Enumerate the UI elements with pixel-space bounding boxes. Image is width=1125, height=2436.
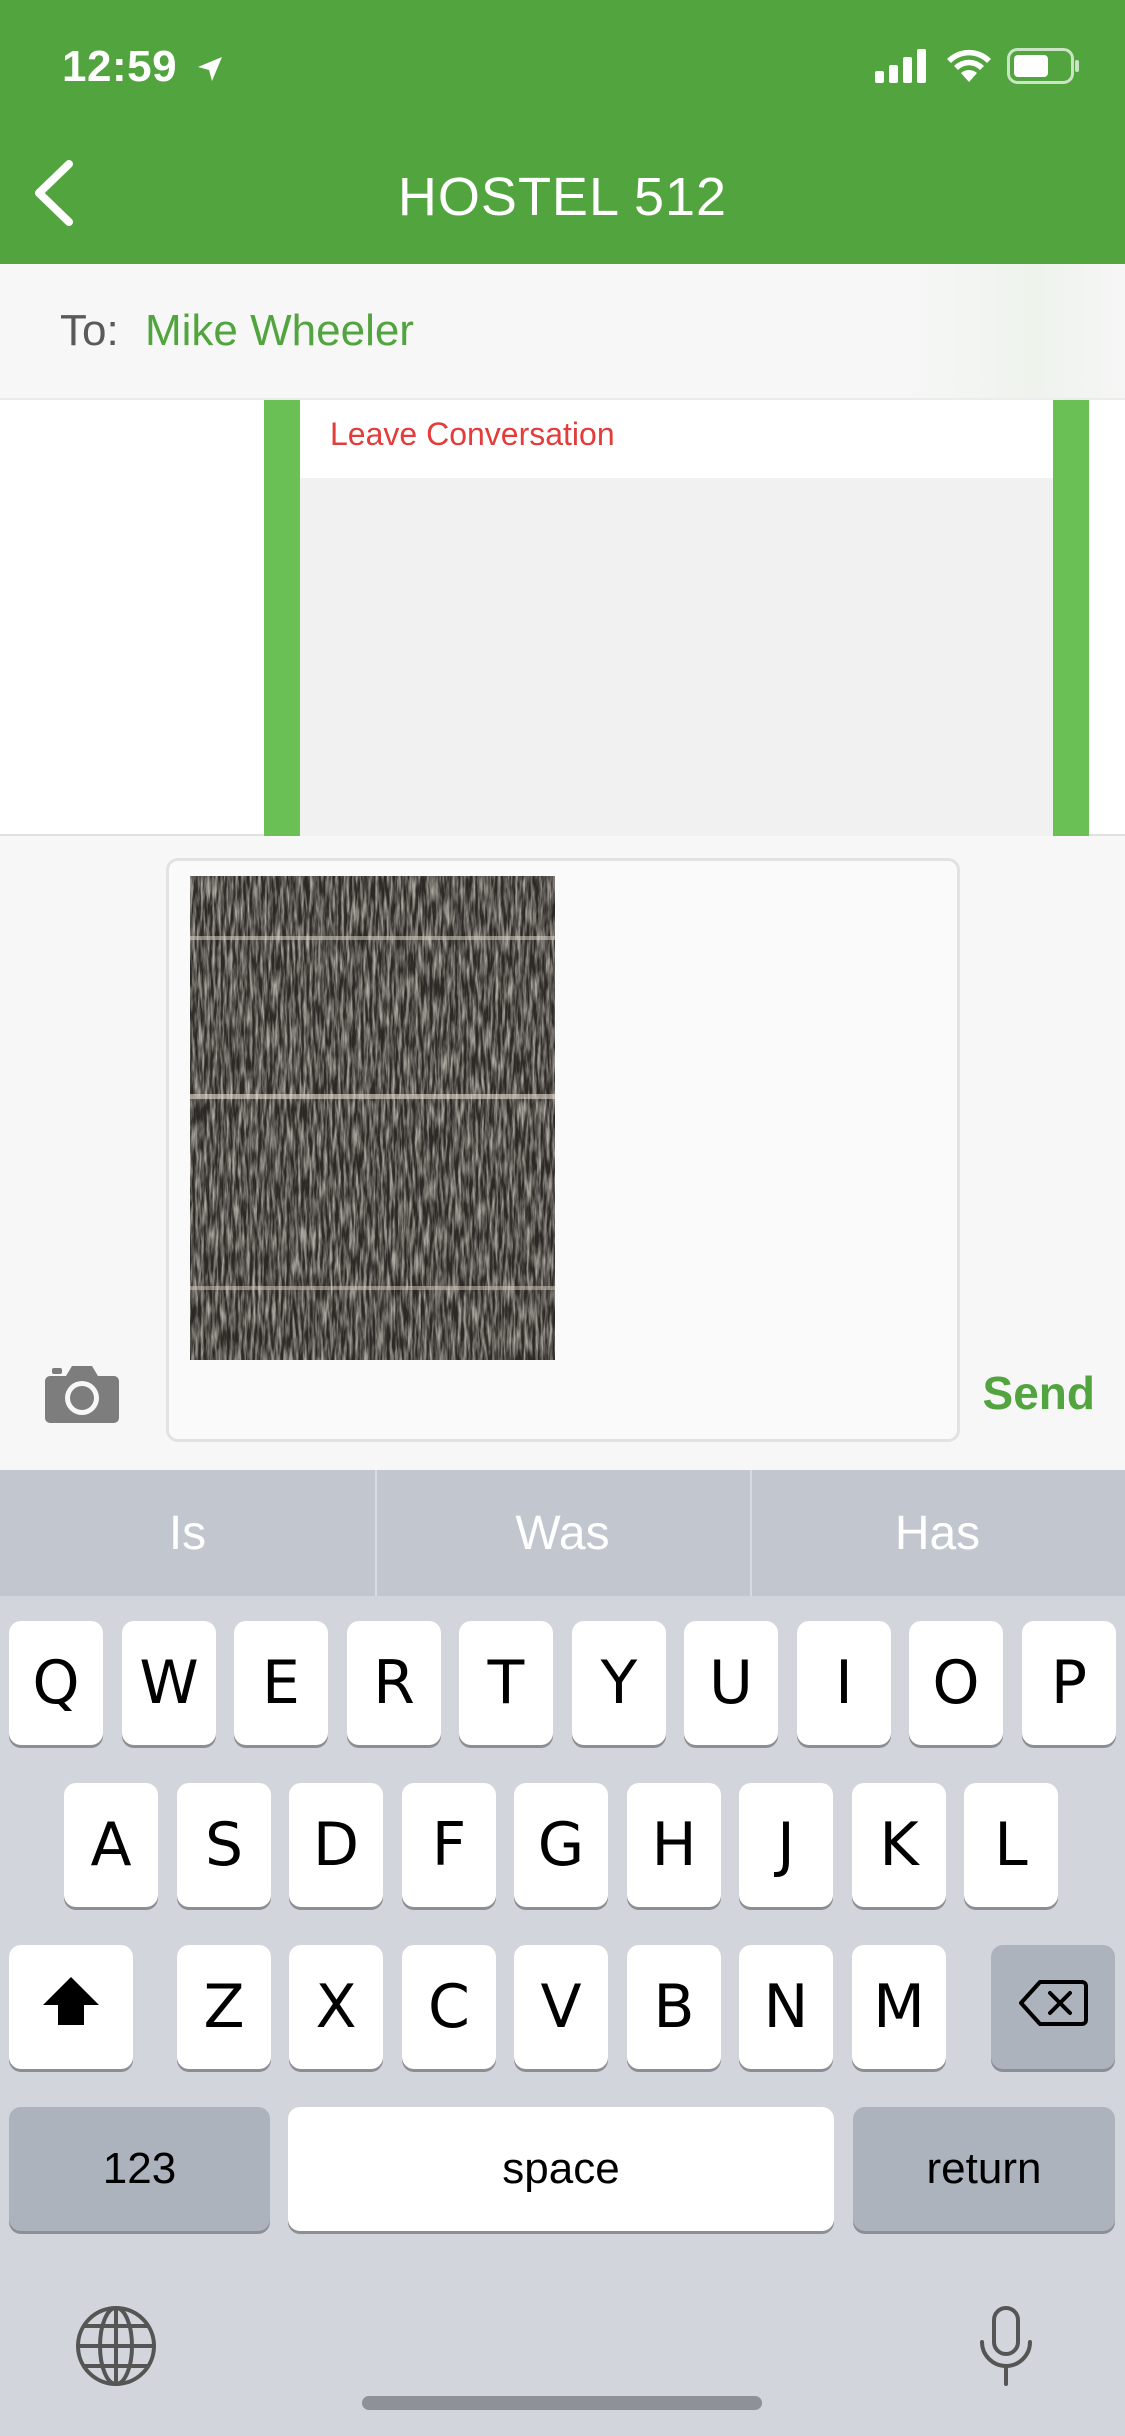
key-x[interactable]: X xyxy=(289,1945,383,2069)
home-indicator[interactable] xyxy=(362,2396,762,2410)
backspace-key[interactable] xyxy=(991,1945,1115,2069)
battery-icon xyxy=(1007,48,1081,89)
backspace-icon xyxy=(1018,1972,1088,2042)
return-key[interactable]: return xyxy=(853,2107,1115,2231)
key-u[interactable]: U xyxy=(684,1621,778,1745)
suggestion-item[interactable]: Was xyxy=(375,1470,750,1596)
numbers-key[interactable]: 123 xyxy=(9,2107,270,2231)
status-time-text: 12:59 xyxy=(62,42,178,91)
key-w[interactable]: W xyxy=(122,1621,216,1745)
key-c[interactable]: C xyxy=(402,1945,496,2069)
menu-border-left xyxy=(264,400,300,836)
key-z[interactable]: Z xyxy=(177,1945,271,2069)
send-button[interactable]: Send xyxy=(983,1366,1095,1420)
key-p[interactable]: P xyxy=(1022,1621,1116,1745)
suggestion-item[interactable]: Is xyxy=(0,1470,375,1596)
key-r[interactable]: R xyxy=(347,1621,441,1745)
key-m[interactable]: M xyxy=(852,1945,946,2069)
camera-button[interactable] xyxy=(44,1362,120,1424)
recipient-row: To: Mike Wheeler xyxy=(0,264,1125,400)
key-i[interactable]: I xyxy=(797,1621,891,1745)
app-header: 12:59 HOSTEL 512 xyxy=(0,0,1125,264)
location-arrow-icon xyxy=(196,44,224,94)
key-d[interactable]: D xyxy=(289,1783,383,1907)
signal-icon xyxy=(875,49,931,88)
microphone-icon xyxy=(976,2306,1036,2392)
recipient-name[interactable]: Mike Wheeler xyxy=(145,306,414,356)
space-key[interactable]: space xyxy=(288,2107,834,2231)
key-n[interactable]: N xyxy=(739,1945,833,2069)
leave-conversation-label: Leave Conversation xyxy=(330,416,615,452)
key-a[interactable]: A xyxy=(64,1783,158,1907)
wifi-icon xyxy=(945,48,993,89)
image-attachment[interactable] xyxy=(190,876,555,1360)
globe-icon xyxy=(74,2306,158,2392)
key-e[interactable]: E xyxy=(234,1621,328,1745)
key-v[interactable]: V xyxy=(514,1945,608,2069)
conversation-menu: Leave Conversation xyxy=(300,400,1053,836)
page-title: HOSTEL 512 xyxy=(397,167,728,227)
key-h[interactable]: H xyxy=(627,1783,721,1907)
menu-border-right xyxy=(1053,400,1089,836)
to-label: To: xyxy=(60,306,119,355)
status-time: 12:59 xyxy=(62,42,224,94)
key-f[interactable]: F xyxy=(402,1783,496,1907)
conversation-area: Leave Conversation xyxy=(0,400,1125,836)
suggestion-item[interactable]: Has xyxy=(750,1470,1125,1596)
key-q[interactable]: Q xyxy=(9,1621,103,1745)
key-l[interactable]: L xyxy=(964,1783,1058,1907)
globe-button[interactable] xyxy=(74,2304,158,2388)
key-b[interactable]: B xyxy=(627,1945,721,2069)
key-j[interactable]: J xyxy=(739,1783,833,1907)
key-s[interactable]: S xyxy=(177,1783,271,1907)
leave-conversation-button[interactable]: Leave Conversation xyxy=(300,400,1053,478)
shift-icon xyxy=(41,1972,101,2042)
suggestion-bar: Is Was Has xyxy=(0,1470,1125,1596)
key-y[interactable]: Y xyxy=(572,1621,666,1745)
key-o[interactable]: O xyxy=(909,1621,1003,1745)
shift-key[interactable] xyxy=(9,1945,133,2069)
status-icons xyxy=(875,48,1081,89)
messaging-screen: 12:59 HOSTEL 512 To: Mike Wheeler Leave … xyxy=(0,0,1125,2436)
microphone-button[interactable] xyxy=(976,2304,1036,2388)
key-k[interactable]: K xyxy=(852,1783,946,1907)
camera-icon xyxy=(44,1366,120,1428)
key-g[interactable]: G xyxy=(514,1783,608,1907)
key-t[interactable]: T xyxy=(459,1621,553,1745)
attachment-thumbnail xyxy=(190,876,555,1360)
